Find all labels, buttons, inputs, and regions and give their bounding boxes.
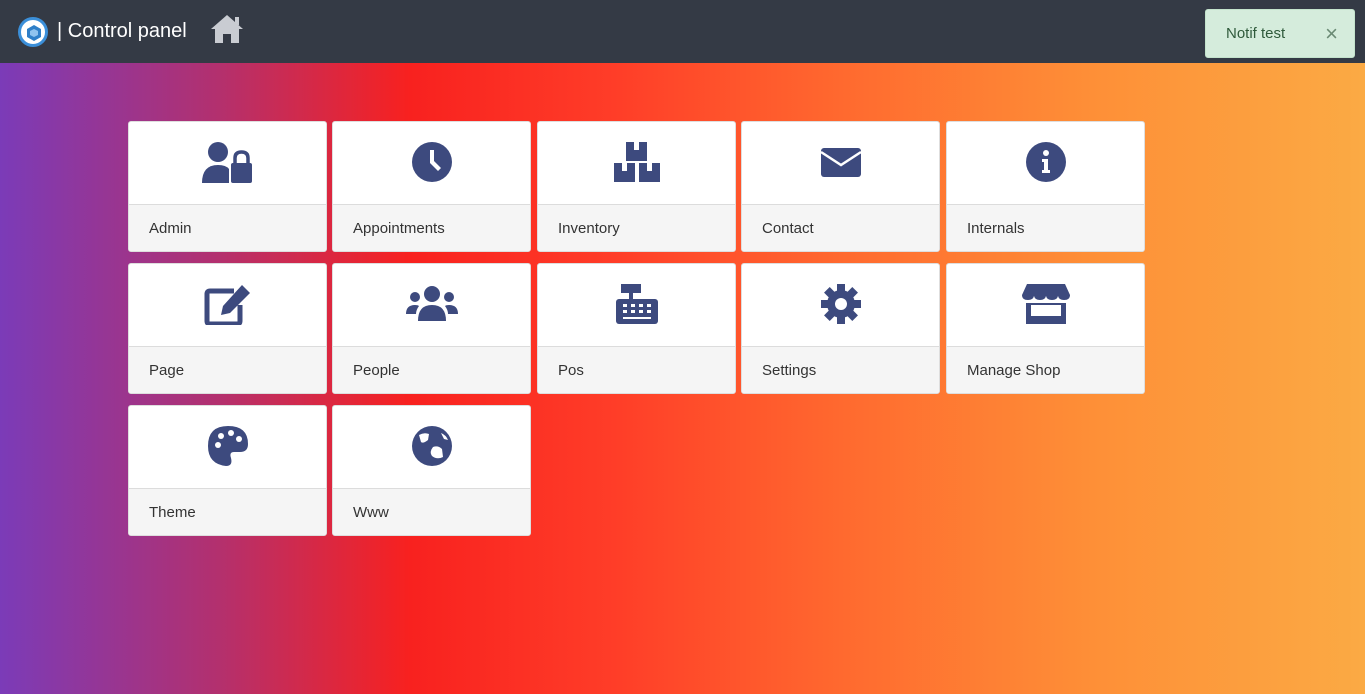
notification-text: Notif test [1226,25,1286,42]
store-icon [1021,284,1070,324]
tile-label: Contact [762,220,814,237]
tile-label: People [353,362,400,379]
tile-manage-shop[interactable]: Manage Shop [946,263,1145,394]
tile-label: Pos [558,362,584,379]
top-navbar: | Control panel Notif test × [0,0,1365,63]
cash-register-icon [615,284,658,324]
tile-people[interactable]: People [332,263,531,394]
tile-internals[interactable]: Internals [946,121,1145,252]
close-icon[interactable]: × [1325,23,1338,45]
envelope-icon [819,148,862,177]
tile-www[interactable]: Www [332,405,531,536]
clock-icon [411,142,452,182]
tile-theme[interactable]: Theme [128,405,327,536]
notification-toast: Notif test × [1205,9,1355,58]
tile-label: Appointments [353,220,445,237]
palette-icon [207,426,248,466]
home-icon[interactable] [209,13,245,45]
tile-label: Page [149,362,185,379]
tile-settings[interactable]: Settings [741,263,940,394]
tile-label: Inventory [558,220,620,237]
cog-icon [820,284,861,324]
info-circle-icon [1025,142,1066,182]
tile-pos[interactable]: Pos [537,263,736,394]
tile-admin[interactable]: Admin [128,121,327,252]
tile-label: Internals [967,220,1025,237]
user-lock-icon [201,142,252,183]
tile-appointments[interactable]: Appointments [332,121,531,252]
tile-label: Admin [149,220,192,237]
tile-label: Manage Shop [967,362,1061,379]
users-icon [405,286,458,321]
brand-title[interactable]: | Control panel [57,19,187,43]
edit-icon [204,285,250,325]
tile-page[interactable]: Page [128,263,327,394]
tile-label: Theme [149,504,196,521]
boxes-icon [613,142,660,182]
tile-label: Www [353,504,389,521]
tile-contact[interactable]: Contact [741,121,940,252]
tile-inventory[interactable]: Inventory [537,121,736,252]
app-logo-icon[interactable] [18,17,48,47]
tile-label: Settings [762,362,817,379]
globe-icon [411,426,452,466]
